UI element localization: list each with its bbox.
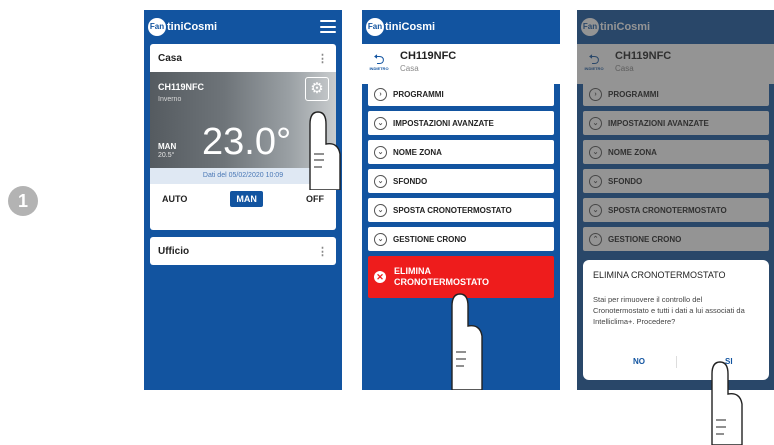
button-divider (676, 356, 677, 368)
menu-item-programmi[interactable]: ›PROGRAMMI (368, 82, 554, 106)
mode-man-button[interactable]: MAN (230, 191, 263, 207)
dialog-title: ELIMINA CRONOTERMOSTATO (593, 270, 726, 280)
app-header: FantiniCosmi (144, 10, 342, 44)
mode-auto-button[interactable]: AUTO (162, 194, 187, 204)
more-options-icon[interactable]: ⋮ (317, 52, 328, 65)
brand-logo: FantiniCosmi (366, 17, 435, 37)
tap-hand-icon (711, 361, 743, 445)
brand-logo: FantiniCosmi (148, 17, 217, 37)
mode-off-button[interactable]: OFF (306, 194, 324, 204)
menu-item-sposta-cronotermostato[interactable]: ⌄SPOSTA CRONOTERMOSTATO (368, 198, 554, 222)
app-header: FantiniCosmi (362, 10, 560, 44)
zone-header[interactable]: Ufficio ⋮ (150, 237, 336, 265)
screen-home: Fan tiniCosmi Casa ⋮ CH119NFC Inverno MAN… (144, 10, 342, 390)
more-options-icon[interactable]: ⋮ (317, 245, 328, 258)
gear-icon[interactable]: ⚙ (305, 77, 329, 101)
menu-item-sfondo[interactable]: ⌄SFONDO (368, 169, 554, 193)
hamburger-menu-icon[interactable] (320, 20, 336, 33)
step-number-badge: 1 (8, 186, 38, 216)
cancel-button[interactable]: NO (633, 357, 645, 366)
thermostat-name: CH119NFC (158, 82, 205, 92)
screen-settings: Fan tiniCosmi ⮌ INDIETRO CH119NFC Casa › PR… (362, 10, 560, 390)
chevron-right-icon: › (374, 87, 387, 101)
device-header: ⮌INDIETRO CH119NFC Casa (362, 44, 560, 84)
screen-confirm: FantiniCosmi ⮌INDIETRO CH119NFC Casa ›PR… (577, 10, 774, 390)
settings-list: ›PROGRAMMI ⌄IMPOSTAZIONI AVANZATE ⌄NOME … (368, 82, 554, 298)
chevron-down-icon: ⌄ (374, 116, 387, 130)
mode-label: MAN (158, 142, 177, 151)
zone-label: Casa (158, 52, 182, 64)
zone-card-ufficio: Ufficio ⋮ (150, 237, 336, 265)
temperature-value: 23.0° (202, 121, 292, 163)
tap-hand-icon (309, 111, 341, 190)
back-button[interactable]: ⮌INDIETRO (368, 52, 390, 71)
dialog-message: Stai per rimuovere il controllo del Cron… (593, 295, 745, 326)
device-name: CH119NFC (400, 50, 457, 62)
zone-header[interactable]: Casa ⋮ (150, 44, 336, 72)
menu-item-gestione-crono[interactable]: ⌄ GESTIONE CRONO (368, 227, 554, 251)
zone-label: Ufficio (158, 245, 190, 257)
chevron-down-icon: ⌄ (374, 145, 387, 159)
setpoint-value: 20.5° (158, 152, 175, 159)
tap-hand-icon (451, 293, 483, 390)
close-icon: ✕ (374, 271, 386, 283)
chevron-down-icon: ⌄ (374, 174, 387, 188)
zone-name: Casa (400, 64, 419, 73)
chevron-down-icon: ⌄ (374, 203, 387, 217)
chevron-down-icon: ⌄ (374, 232, 387, 246)
menu-item-nome-zona[interactable]: ⌄NOME ZONA (368, 140, 554, 164)
season-label: Inverno (158, 96, 182, 103)
menu-item-impostazioni-avanzate[interactable]: ⌄IMPOSTAZIONI AVANZATE (368, 111, 554, 135)
